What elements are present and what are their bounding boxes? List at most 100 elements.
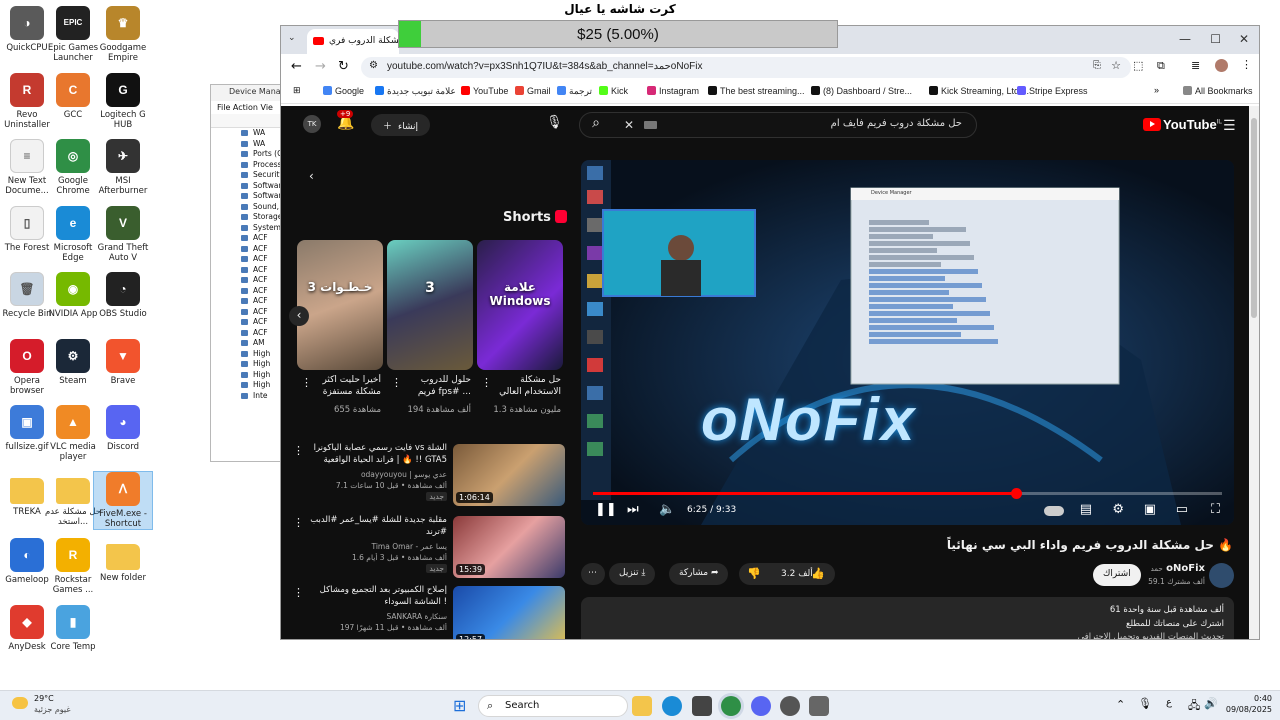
keyboard-icon[interactable]: [644, 121, 657, 129]
dislike-icon[interactable]: 👎: [747, 567, 761, 580]
bookmark-star-icon[interactable]: ☆: [1111, 59, 1121, 72]
maximize-icon[interactable]: ☐: [1210, 32, 1221, 46]
clock-date[interactable]: 09/08/2025: [1220, 705, 1272, 714]
desktop-icon[interactable]: ᐱ FiveM.exe - Shortcut: [93, 470, 153, 530]
desktop-icon[interactable]: ▮ Core Temp: [44, 604, 102, 652]
clock-time[interactable]: 0:40: [1220, 694, 1272, 703]
network-icon[interactable]: 🖧: [1188, 697, 1200, 716]
device-tree-item[interactable]: Process: [211, 160, 289, 171]
description-box[interactable]: 61 ألف مشاهدة قبل سنة واحدة اشترك على من…: [581, 597, 1234, 639]
taskbar-search[interactable]: ⌕ Search: [478, 695, 628, 717]
search-input[interactable]: حل مشكلة دروب فريم فايف ام ✕: [579, 112, 977, 138]
obs-taskbar-icon[interactable]: [780, 696, 800, 716]
device-tree-item[interactable]: Ports (C: [211, 149, 289, 160]
close-window-icon[interactable]: ✕: [1239, 32, 1249, 46]
related-video[interactable]: 15:39 مقلبة جديدة للشلة #يسا_عمر #الدبب #…: [293, 515, 565, 578]
bookmark-item[interactable]: علامة تبويب جديدة: [375, 86, 456, 97]
desktop-icon[interactable]: ◔ OBS Studio: [94, 272, 152, 319]
video-thumbnail[interactable]: 12:57: [453, 586, 565, 639]
weather-icon[interactable]: [12, 697, 28, 709]
related-video-channel[interactable]: Tima Omar - يسا عمر: [297, 542, 448, 551]
settings-icon[interactable]: ⚙: [1112, 502, 1124, 517]
extension-icon[interactable]: ⬚: [1133, 59, 1143, 72]
related-video-channel[interactable]: SANKARA سنكارة: [297, 612, 447, 621]
clear-search-icon[interactable]: ✕: [624, 118, 634, 132]
device-tree-item[interactable]: High: [211, 349, 289, 360]
bookmark-item[interactable]: (8) Dashboard / Stre...: [811, 86, 912, 96]
related-video-title[interactable]: إصلاح الكمبيوتر بعد التجميع ومشاكل الشاش…: [307, 584, 447, 608]
device-tree-item[interactable]: Security: [211, 170, 289, 181]
desktop-icon[interactable]: V Grand Theft Auto V: [94, 205, 152, 263]
download-button[interactable]: تنزيل ⤓: [609, 563, 656, 585]
device-tree-item[interactable]: Storage: [211, 212, 289, 223]
shorts-prev-icon[interactable]: ‹: [289, 306, 309, 326]
bookmark-item[interactable]: YouTube: [461, 86, 508, 96]
shorts-card[interactable]: علامة Windows: [477, 240, 563, 370]
shorts-card[interactable]: 3 خـطـوات: [297, 240, 383, 370]
device-manager-window[interactable]: Device Manag File Action Vie WA WA Ports (…: [210, 84, 290, 462]
voice-search-icon[interactable]: 🎙: [546, 115, 563, 133]
related-video-title[interactable]: فايت رسمي عصابة الباكونرا vs الشلة !! 🔥 …: [307, 442, 447, 466]
like-icon[interactable]: 👍: [811, 567, 825, 580]
device-tree-item[interactable]: ACF: [211, 233, 289, 244]
shorts-title[interactable]: أخيرا حليت اكثر مشكلة مستفزة ف...: [311, 374, 381, 400]
start-icon[interactable]: ⊞: [453, 696, 473, 716]
desktop-icon[interactable]: ▼ Brave: [94, 338, 152, 386]
more-options-icon[interactable]: ⋮: [293, 444, 304, 457]
more-options-icon[interactable]: ⋮: [293, 516, 304, 529]
forward-icon[interactable]: →: [315, 59, 326, 74]
device-tree-item[interactable]: Sound,: [211, 202, 289, 213]
autoplay-toggle[interactable]: [1044, 506, 1064, 516]
device-tree-item[interactable]: ACF: [211, 317, 289, 328]
desktop-icon[interactable]: ✈ MSI Afterburner: [94, 139, 152, 196]
device-tree-item[interactable]: ACF: [211, 328, 289, 339]
more-options-icon[interactable]: ⋮: [301, 376, 312, 389]
back-icon[interactable]: ←: [291, 59, 302, 74]
file-explorer-icon[interactable]: [632, 696, 652, 716]
device-tree-item[interactable]: High: [211, 359, 289, 370]
app-taskbar-icon[interactable]: [809, 696, 829, 716]
chrome-window[interactable]: ⌄ حل مشكلة الدروب فري — ☐ ✕ ← → ↻ ⚙ yout…: [280, 25, 1260, 640]
search-button-icon[interactable]: ⌕: [579, 115, 613, 141]
page-scrollbar[interactable]: [1249, 106, 1259, 639]
weather-temp[interactable]: 29°C: [34, 694, 54, 703]
desktop-icon[interactable]: ◕ Discord: [94, 405, 152, 452]
scrollbar-thumb[interactable]: [1251, 118, 1257, 318]
bookmark-item[interactable]: ترجمة: [557, 86, 592, 97]
bookmark-item[interactable]: The best streaming...: [708, 86, 805, 96]
reading-list-icon[interactable]: ≣: [1191, 59, 1200, 72]
create-button[interactable]: ＋ إنشاء: [371, 114, 431, 136]
desktop-icon[interactable]: New folder: [94, 538, 152, 583]
bookmark-item[interactable]: Kick Streaming, Ltd....: [929, 86, 1029, 96]
device-tree-item[interactable]: WA: [211, 139, 289, 150]
device-tree[interactable]: WA WA Ports (C Process Security Softwar Softwa…: [211, 128, 289, 401]
menu-icon[interactable]: ⋮: [1241, 58, 1252, 71]
edge-taskbar-icon[interactable]: [662, 696, 682, 716]
related-video[interactable]: 1:06:14 فايت رسمي عصابة الباكونرا vs الشل…: [293, 442, 565, 506]
install-icon[interactable]: ⎘: [1093, 60, 1101, 71]
related-video[interactable]: 12:57 إصلاح الكمبيوتر بعد التجميع ومشاكل …: [293, 584, 565, 639]
subscribe-button[interactable]: اشتراك: [1093, 564, 1141, 586]
bookmark-item[interactable]: Instagram: [647, 86, 699, 96]
site-info-icon[interactable]: ⚙: [369, 60, 378, 71]
related-video-channel[interactable]: odayyouyou | عدي يوسو: [297, 470, 447, 479]
bookmark-item[interactable]: Google: [323, 86, 364, 96]
device-tree-item[interactable]: ACF: [211, 275, 289, 286]
device-tree-item[interactable]: ACF: [211, 286, 289, 297]
device-tree-item[interactable]: ACF: [211, 307, 289, 318]
chrome-taskbar-icon[interactable]: [721, 696, 741, 716]
more-options-icon[interactable]: ⋮: [391, 376, 402, 389]
device-tree-item[interactable]: ACF: [211, 244, 289, 255]
bookmark-item[interactable]: Gmail: [515, 86, 551, 96]
device-tree-item[interactable]: ACF: [211, 265, 289, 276]
subtitles-icon[interactable]: ▤: [1080, 502, 1092, 517]
more-options-icon[interactable]: ⋮: [293, 586, 304, 599]
device-tree-item[interactable]: High: [211, 370, 289, 381]
bookmark-item[interactable]: Stripe Express: [1017, 86, 1088, 96]
guide-menu-icon[interactable]: ☰: [1223, 118, 1236, 134]
device-tree-item[interactable]: ACF: [211, 254, 289, 265]
desktop-icon[interactable]: ♛ Goodgame Empire: [94, 6, 152, 63]
shorts-title[interactable]: حلول للدروب فريم fps# ...: [401, 374, 471, 400]
chips-prev-icon[interactable]: ‹: [309, 169, 314, 183]
address-bar[interactable]: ⚙ youtube.com/watch?v=px3Snh1Q7IU&t=384s…: [361, 57, 1131, 78]
